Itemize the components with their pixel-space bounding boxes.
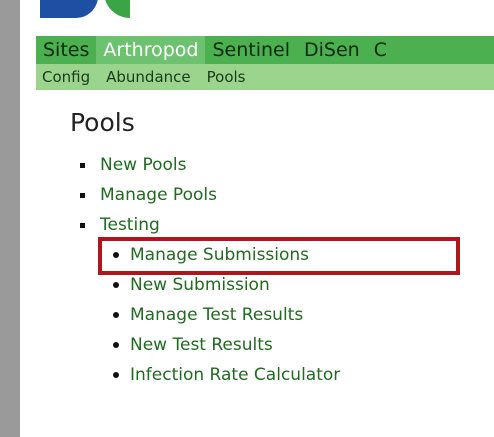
subnav-pools[interactable]: Pools — [199, 64, 254, 90]
submenu-item-infection-rate-calculator[interactable]: Infection Rate Calculator — [113, 365, 340, 385]
subnav-config[interactable]: Config — [36, 64, 98, 90]
submenu-item-label[interactable]: Infection Rate Calculator — [130, 365, 340, 385]
menu-item-testing[interactable]: Testing — [80, 215, 160, 235]
nav-tab-c[interactable]: C — [367, 36, 394, 64]
subnav-abundance[interactable]: Abundance — [98, 64, 199, 90]
submenu-item-label[interactable]: New Test Results — [130, 335, 273, 355]
nav-tab-arthropod[interactable]: Arthropod — [96, 36, 206, 64]
page-title: Pools — [70, 108, 135, 137]
logo-blue-shape — [40, 0, 98, 18]
round-bullet-icon — [113, 312, 119, 318]
main-navigation: Sites Arthropod Sentinel DiSen C — [36, 36, 494, 64]
menu-item-new-pools[interactable]: New Pools — [80, 155, 187, 175]
menu-item-label[interactable]: New Pools — [100, 155, 187, 175]
round-bullet-icon — [113, 282, 119, 288]
square-bullet-icon — [80, 223, 85, 228]
submenu-item-new-test-results[interactable]: New Test Results — [113, 335, 273, 355]
left-sidebar-strip — [0, 0, 20, 437]
square-bullet-icon — [80, 193, 85, 198]
nav-tab-sentinel[interactable]: Sentinel — [205, 36, 297, 64]
submenu-item-manage-test-results[interactable]: Manage Test Results — [113, 305, 303, 325]
submenu-item-new-submission[interactable]: New Submission — [113, 275, 270, 295]
round-bullet-icon — [113, 372, 119, 378]
highlight-box — [98, 237, 460, 275]
square-bullet-icon — [80, 163, 85, 168]
nav-tab-disen[interactable]: DiSen — [297, 36, 367, 64]
submenu-item-label[interactable]: New Submission — [130, 275, 270, 295]
menu-item-manage-pools[interactable]: Manage Pools — [80, 185, 217, 205]
nav-tab-sites[interactable]: Sites — [36, 36, 96, 64]
menu-item-label[interactable]: Manage Pools — [100, 185, 217, 205]
menu-item-label[interactable]: Testing — [100, 215, 160, 235]
round-bullet-icon — [113, 342, 119, 348]
sub-navigation: Config Abundance Pools — [36, 64, 494, 90]
site-logo[interactable] — [40, 0, 130, 22]
logo-green-shape — [104, 0, 130, 18]
submenu-item-label[interactable]: Manage Test Results — [130, 305, 303, 325]
